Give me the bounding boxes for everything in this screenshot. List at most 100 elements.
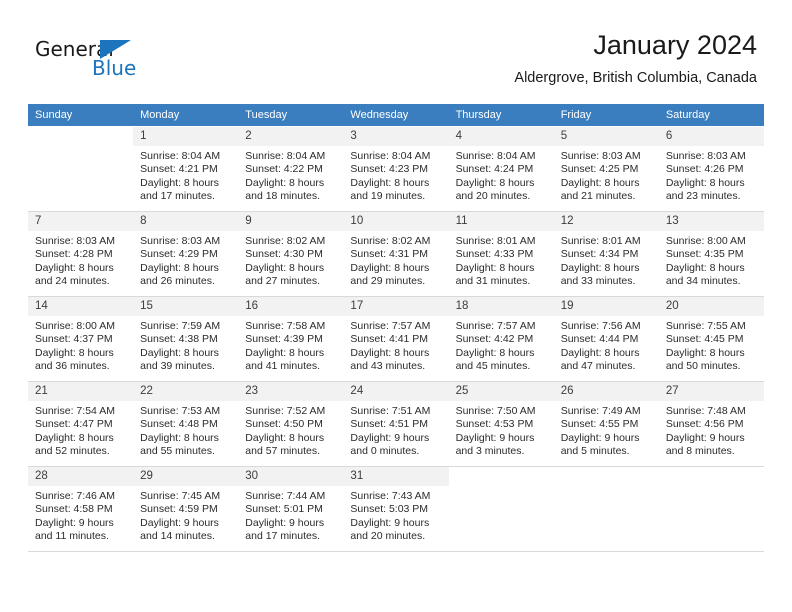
day-cell-inner: 8 Sunrise: 8:03 AM Sunset: 4:29 PM Daylight… [133, 212, 239, 296]
sunrise-time: Sunrise: 7:53 AM [140, 405, 221, 417]
daylight-duration-line2: and 11 minutes. [35, 530, 109, 543]
day-number: 27 [658, 382, 764, 401]
day-sun-info: Sunrise: 8:01 AM Sunset: 4:33 PM Daylight:… [449, 231, 554, 289]
day-number: 20 [658, 297, 764, 316]
sunrise-time: Sunrise: 8:04 AM [245, 150, 326, 162]
sunset-time: Sunset: 4:44 PM [560, 333, 639, 346]
calendar-day-cell[interactable]: 29 Sunrise: 7:45 AM Sunset: 4:59 PM Dayligh… [133, 466, 239, 552]
calendar-day-cell[interactable]: 18 Sunrise: 7:57 AM Sunset: 4:42 PM Dayligh… [448, 296, 554, 382]
day-cell-inner: 16 Sunrise: 7:58 AM Sunset: 4:39 PM Dayligh… [238, 297, 344, 381]
sunset-time: Sunset: 4:55 PM [560, 418, 639, 431]
weekday-header-thursday: Thursday [448, 104, 554, 127]
sunrise-time: Sunrise: 7:43 AM [350, 490, 431, 502]
weekday-header-friday: Friday [553, 104, 659, 127]
day-cell-inner [553, 467, 659, 551]
day-number [448, 467, 554, 486]
day-cell-inner: 23 Sunrise: 7:52 AM Sunset: 4:50 PM Dayligh… [238, 382, 344, 466]
day-cell-inner: 26 Sunrise: 7:49 AM Sunset: 4:55 PM Dayligh… [553, 382, 659, 466]
calendar-day-cell[interactable]: 15 Sunrise: 7:59 AM Sunset: 4:38 PM Dayligh… [133, 296, 239, 382]
day-sun-info: Sunrise: 8:04 AM Sunset: 4:23 PM Daylight:… [343, 146, 448, 204]
calendar-day-cell[interactable]: 7 Sunrise: 8:03 AM Sunset: 4:28 PM Daylight… [28, 211, 134, 297]
day-cell-inner: 31 Sunrise: 7:43 AM Sunset: 5:03 PM Dayligh… [343, 467, 449, 551]
calendar-day-cell[interactable]: 21 Sunrise: 7:54 AM Sunset: 4:47 PM Dayligh… [28, 381, 134, 467]
daylight-duration-line2: and 24 minutes. [35, 275, 110, 288]
sunset-time: Sunset: 4:30 PM [245, 248, 323, 261]
calendar-day-cell[interactable]: 14 Sunrise: 8:00 AM Sunset: 4:37 PM Dayligh… [28, 296, 134, 382]
day-sun-info: Sunrise: 8:00 AM Sunset: 4:37 PM Daylight:… [28, 316, 133, 374]
sunset-time: Sunset: 4:28 PM [35, 248, 113, 261]
calendar-day-cell[interactable]: 8 Sunrise: 8:03 AM Sunset: 4:29 PM Daylight… [133, 211, 239, 297]
calendar-day-cell[interactable]: 4 Sunrise: 8:04 AM Sunset: 4:24 PM Daylight… [448, 126, 554, 212]
calendar-day-cell[interactable]: 1 Sunrise: 8:04 AM Sunset: 4:21 PM Daylight… [133, 126, 239, 212]
calendar-day-cell[interactable]: 13 Sunrise: 8:00 AM Sunset: 4:35 PM Dayligh… [658, 211, 764, 297]
daylight-duration-line2: and 17 minutes. [140, 190, 215, 203]
general-blue-logo[interactable]: General Blue [35, 38, 155, 82]
calendar-day-cell[interactable]: 19 Sunrise: 7:56 AM Sunset: 4:44 PM Dayligh… [553, 296, 659, 382]
day-sun-info: Sunrise: 7:56 AM Sunset: 4:44 PM Daylight:… [554, 316, 659, 374]
day-sun-info: Sunrise: 8:03 AM Sunset: 4:25 PM Daylight:… [554, 146, 659, 204]
daylight-duration-line2: and 27 minutes. [245, 275, 320, 288]
daylight-duration-line2: and 14 minutes. [140, 530, 215, 543]
day-number: 16 [238, 297, 344, 316]
calendar-day-cell[interactable]: 25 Sunrise: 7:50 AM Sunset: 4:53 PM Dayligh… [448, 381, 554, 467]
day-number: 5 [553, 127, 659, 146]
sunrise-time: Sunrise: 7:50 AM [455, 405, 536, 417]
logo-text-blue: Blue [92, 56, 137, 80]
calendar-day-cell[interactable]: 28 Sunrise: 7:46 AM Sunset: 4:58 PM Dayligh… [28, 466, 134, 552]
daylight-duration-line1: Daylight: 8 hours [560, 176, 640, 189]
calendar-day-cell[interactable]: 9 Sunrise: 8:02 AM Sunset: 4:30 PM Daylight… [238, 211, 344, 297]
day-cell-inner [448, 467, 554, 551]
sunset-time: Sunset: 4:21 PM [140, 163, 218, 176]
day-number: 28 [28, 467, 134, 486]
calendar-day-cell[interactable]: 17 Sunrise: 7:57 AM Sunset: 4:41 PM Dayligh… [343, 296, 449, 382]
sunrise-time: Sunrise: 7:57 AM [455, 320, 536, 332]
day-number: 30 [238, 467, 344, 486]
sunset-time: Sunset: 4:50 PM [245, 418, 323, 431]
calendar-day-cell[interactable]: 16 Sunrise: 7:58 AM Sunset: 4:39 PM Dayligh… [238, 296, 344, 382]
calendar-day-cell[interactable]: 24 Sunrise: 7:51 AM Sunset: 4:51 PM Dayligh… [343, 381, 449, 467]
sunrise-time: Sunrise: 8:01 AM [560, 235, 641, 247]
day-sun-info: Sunrise: 7:43 AM Sunset: 5:03 PM Daylight:… [343, 486, 448, 544]
sunset-time: Sunset: 4:22 PM [245, 163, 323, 176]
day-number: 19 [553, 297, 659, 316]
sunrise-time: Sunrise: 7:59 AM [140, 320, 221, 332]
day-cell-inner: 22 Sunrise: 7:53 AM Sunset: 4:48 PM Dayligh… [133, 382, 239, 466]
day-sun-info: Sunrise: 7:52 AM Sunset: 4:50 PM Daylight:… [238, 401, 343, 459]
daylight-duration-line2: and 52 minutes. [35, 445, 110, 458]
day-number: 4 [448, 127, 554, 146]
day-number: 22 [133, 382, 239, 401]
sunset-time: Sunset: 4:39 PM [245, 333, 323, 346]
daylight-duration-line2: and 45 minutes. [455, 360, 531, 373]
calendar-day-cell[interactable]: 22 Sunrise: 7:53 AM Sunset: 4:48 PM Dayligh… [133, 381, 239, 467]
day-number: 13 [658, 212, 764, 231]
calendar-day-cell[interactable]: 30 Sunrise: 7:44 AM Sunset: 5:01 PM Dayligh… [238, 466, 344, 552]
calendar-day-cell[interactable]: 27 Sunrise: 7:48 AM Sunset: 4:56 PM Dayligh… [658, 381, 764, 467]
sunrise-time: Sunrise: 8:04 AM [455, 150, 536, 162]
calendar-day-cell[interactable]: 11 Sunrise: 8:01 AM Sunset: 4:33 PM Dayligh… [448, 211, 554, 297]
sunrise-time: Sunrise: 8:04 AM [140, 150, 221, 162]
day-cell-inner: 2 Sunrise: 8:04 AM Sunset: 4:22 PM Daylight… [238, 127, 344, 211]
sunrise-sunset-calendar: Sunday Monday Tuesday Wednesday Thursday… [28, 104, 764, 552]
page-header: General Blue January 2024 Aldergrove, Br… [0, 0, 792, 104]
day-cell-inner: 18 Sunrise: 7:57 AM Sunset: 4:42 PM Dayligh… [448, 297, 554, 381]
calendar-day-cell[interactable]: 6 Sunrise: 8:03 AM Sunset: 4:26 PM Daylight… [658, 126, 764, 212]
calendar-day-cell[interactable]: 23 Sunrise: 7:52 AM Sunset: 4:50 PM Dayligh… [238, 381, 344, 467]
calendar-day-cell[interactable]: 20 Sunrise: 7:55 AM Sunset: 4:45 PM Dayligh… [658, 296, 764, 382]
sunrise-time: Sunrise: 7:49 AM [560, 405, 641, 417]
day-cell-inner: 4 Sunrise: 8:04 AM Sunset: 4:24 PM Daylight… [448, 127, 554, 211]
daylight-duration-line2: and 17 minutes. [245, 530, 320, 543]
calendar-day-cell[interactable]: 3 Sunrise: 8:04 AM Sunset: 4:23 PM Daylight… [343, 126, 449, 212]
calendar-week-row: 28 Sunrise: 7:46 AM Sunset: 4:58 PM Dayligh… [28, 466, 764, 552]
daylight-duration-line1: Daylight: 8 hours [350, 346, 430, 359]
calendar-day-cell[interactable]: 2 Sunrise: 8:04 AM Sunset: 4:22 PM Daylight… [238, 126, 344, 212]
calendar-day-cell[interactable]: 26 Sunrise: 7:49 AM Sunset: 4:55 PM Dayligh… [553, 381, 659, 467]
day-sun-info: Sunrise: 7:53 AM Sunset: 4:48 PM Daylight:… [133, 401, 238, 459]
day-cell-inner: 19 Sunrise: 7:56 AM Sunset: 4:44 PM Dayligh… [553, 297, 659, 381]
day-cell-inner: 15 Sunrise: 7:59 AM Sunset: 4:38 PM Dayligh… [133, 297, 239, 381]
day-sun-info: Sunrise: 7:54 AM Sunset: 4:47 PM Daylight:… [28, 401, 133, 459]
day-cell-inner: 17 Sunrise: 7:57 AM Sunset: 4:41 PM Dayligh… [343, 297, 449, 381]
calendar-day-cell[interactable]: 31 Sunrise: 7:43 AM Sunset: 5:03 PM Dayligh… [343, 466, 449, 552]
calendar-day-cell[interactable]: 5 Sunrise: 8:03 AM Sunset: 4:25 PM Daylight… [553, 126, 659, 212]
calendar-day-cell[interactable]: 10 Sunrise: 8:02 AM Sunset: 4:31 PM Dayligh… [343, 211, 449, 297]
calendar-day-cell[interactable]: 12 Sunrise: 8:01 AM Sunset: 4:34 PM Dayligh… [553, 211, 659, 297]
